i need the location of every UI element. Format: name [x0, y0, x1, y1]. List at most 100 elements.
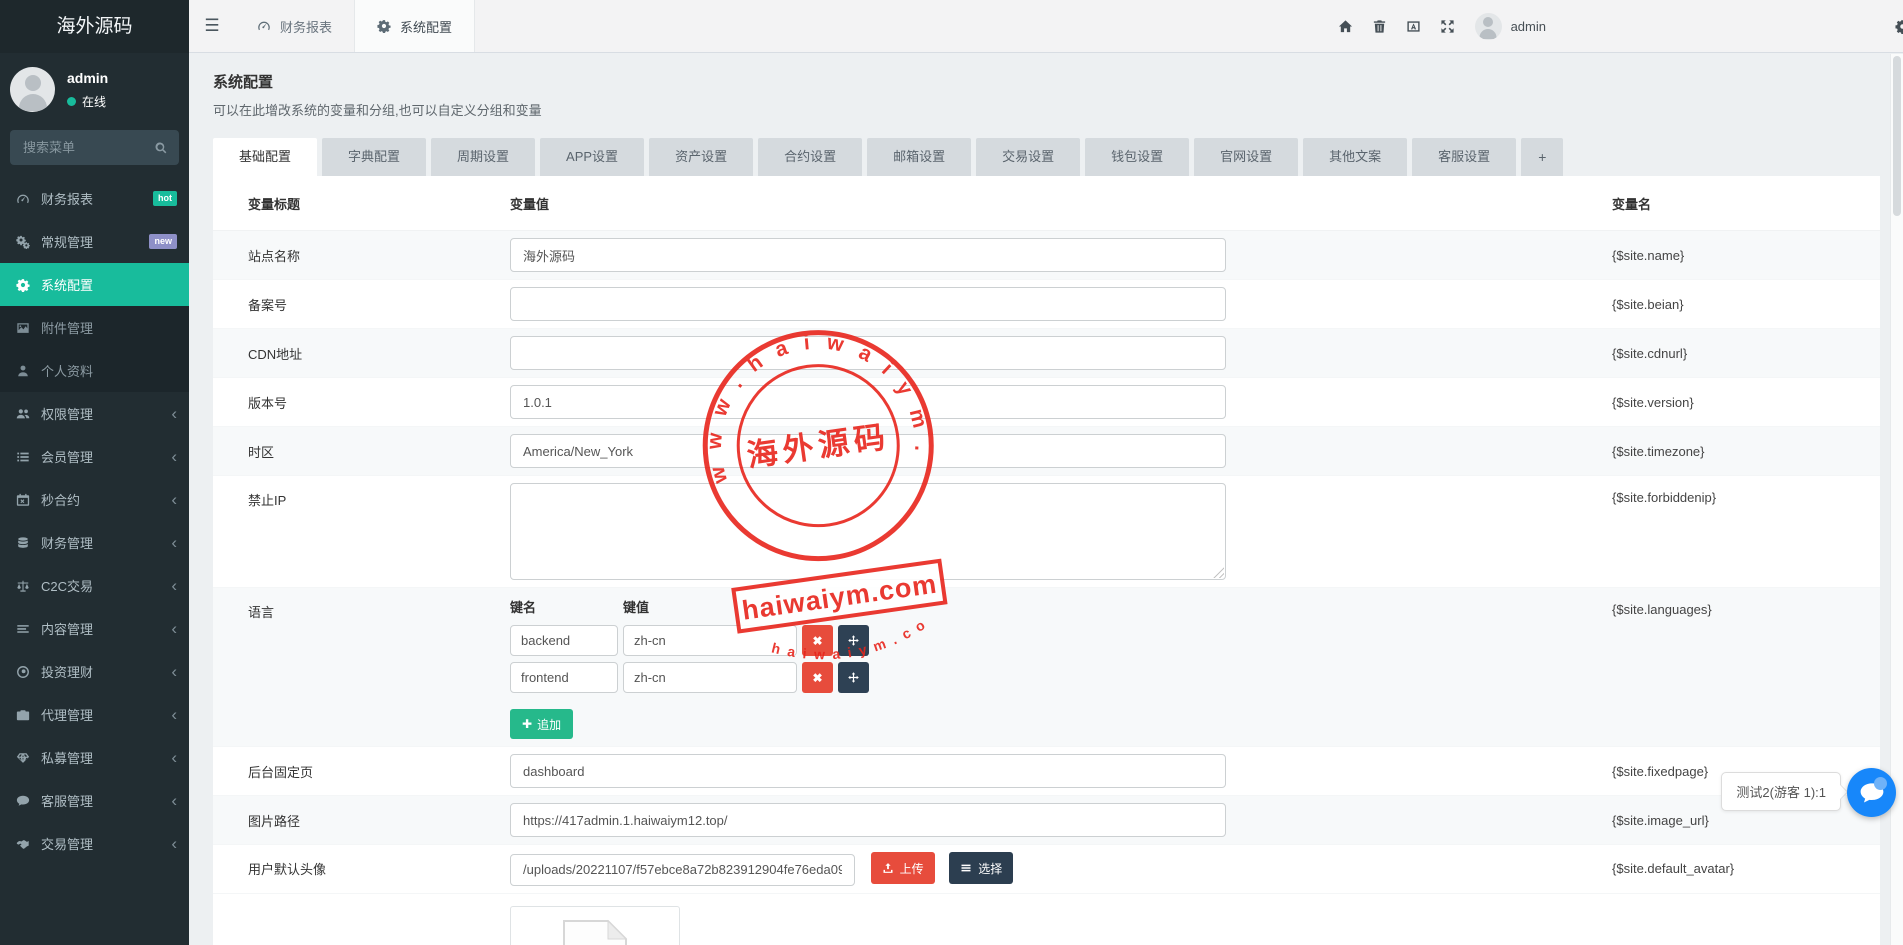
chat-bubble-button[interactable] — [1847, 768, 1896, 817]
topbar-user-menu[interactable]: admin — [1475, 13, 1546, 40]
speedometer-icon — [16, 192, 30, 206]
forbidden-ip-textarea[interactable] — [510, 483, 1226, 580]
topbar-username: admin — [1511, 19, 1546, 34]
sidebar-item-permissions[interactable]: 权限管理 ‹ — [0, 392, 189, 435]
choose-button[interactable]: 选择 — [949, 852, 1013, 884]
chevron-left-icon: ‹ — [171, 577, 177, 594]
sidebar-item-profile[interactable]: 个人资料 — [0, 349, 189, 392]
sidebar-item-customer-service[interactable]: 客服管理 ‹ — [0, 779, 189, 822]
cdn-url-input[interactable] — [510, 336, 1226, 370]
tab-contract-settings[interactable]: 合约设置 — [758, 138, 862, 176]
sidebar-item-trading[interactable]: 交易管理 ‹ — [0, 822, 189, 865]
chat-tooltip: 测试2(游客 1):1 — [1721, 772, 1841, 811]
sidebar-item-finance-report[interactable]: 财务报表 hot — [0, 177, 189, 220]
chat-accent-dot — [1874, 777, 1887, 790]
chevron-left-icon: ‹ — [171, 749, 177, 766]
avatar-preview[interactable] — [510, 906, 680, 945]
kv-row: ✖ — [510, 625, 1612, 656]
sidebar-item-label: 代理管理 — [41, 705, 160, 724]
close-icon: ✖ — [812, 671, 822, 685]
tab-basic-config[interactable]: 基础配置 — [213, 138, 317, 176]
sidebar-item-members[interactable]: 会员管理 ‹ — [0, 435, 189, 478]
user-icon — [16, 364, 30, 378]
scale-icon — [16, 579, 30, 593]
sidebar-item-c2c[interactable]: C2C交易 ‹ — [0, 564, 189, 607]
sidebar-item-content[interactable]: 内容管理 ‹ — [0, 607, 189, 650]
language-value-input[interactable] — [623, 625, 797, 656]
tab-trade-settings[interactable]: 交易设置 — [976, 138, 1080, 176]
chevron-left-icon: ‹ — [171, 405, 177, 422]
sidebar-item-second-contract[interactable]: 秒合约 ‹ — [0, 478, 189, 521]
beian-input[interactable] — [510, 287, 1226, 321]
translate-icon[interactable] — [1397, 19, 1431, 34]
drag-row-button[interactable] — [838, 625, 869, 656]
sidebar-item-label: 常规管理 — [41, 232, 138, 251]
gear-icon[interactable] — [1895, 0, 1903, 53]
tab-email-settings[interactable]: 邮箱设置 — [867, 138, 971, 176]
table-row: 备案号 {$site.beian} — [213, 280, 1880, 329]
site-name-input[interactable] — [510, 238, 1226, 272]
delete-row-button[interactable]: ✖ — [802, 625, 833, 656]
home-icon[interactable] — [1329, 19, 1363, 34]
image-url-input[interactable] — [510, 803, 1226, 837]
sidebar-item-agents[interactable]: 代理管理 ‹ — [0, 693, 189, 736]
field-label: 站点名称 — [248, 246, 510, 265]
speedometer-icon — [257, 19, 271, 33]
sidebar-item-private-fund[interactable]: 私募管理 ‹ — [0, 736, 189, 779]
tab-dictionary-config[interactable]: 字典配置 — [322, 138, 426, 176]
topbar-tab-finance-report[interactable]: 财务报表 — [235, 0, 354, 52]
sidebar-item-finance[interactable]: 财务管理 ‹ — [0, 521, 189, 564]
topbar-right: admin — [1329, 0, 1548, 52]
search-icon[interactable] — [154, 141, 168, 155]
tab-cycle-settings[interactable]: 周期设置 — [431, 138, 535, 176]
timezone-input[interactable] — [510, 434, 1226, 468]
delete-row-button[interactable]: ✖ — [802, 662, 833, 693]
page-subtitle: 可以在此增改系统的变量和分组,也可以自定义分组和变量 — [213, 100, 1880, 119]
search-input[interactable] — [21, 139, 154, 156]
topbar-tab-label: 财务报表 — [280, 17, 332, 36]
scrollbar-thumb[interactable] — [1893, 56, 1901, 216]
topbar-tab-system-config[interactable]: 系统配置 — [354, 0, 475, 52]
tab-asset-settings[interactable]: 资产设置 — [649, 138, 753, 176]
language-value-input[interactable] — [623, 662, 797, 693]
handshake-icon — [16, 837, 30, 851]
menu-search — [10, 130, 179, 165]
sidebar-username: admin — [67, 70, 108, 86]
tab-other-texts[interactable]: 其他文案 — [1303, 138, 1407, 176]
drag-row-button[interactable] — [838, 662, 869, 693]
tab-wallet-settings[interactable]: 钱包设置 — [1085, 138, 1189, 176]
hamburger-icon[interactable]: ☰ — [189, 0, 235, 52]
trash-icon[interactable] — [1363, 19, 1397, 34]
table-row — [213, 894, 1880, 945]
kv-key-header: 键名 — [510, 597, 623, 616]
fullscreen-icon[interactable] — [1431, 19, 1465, 34]
kv-header: 键名 键值 — [510, 597, 1612, 616]
upload-button[interactable]: 上传 — [871, 852, 935, 884]
version-input[interactable] — [510, 385, 1226, 419]
language-key-input[interactable] — [510, 625, 618, 656]
column-header-name: 变量名 — [1612, 194, 1880, 213]
tab-website-settings[interactable]: 官网设置 — [1194, 138, 1298, 176]
language-key-input[interactable] — [510, 662, 618, 693]
sidebar-item-system-config[interactable]: 系统配置 — [0, 263, 189, 306]
online-status-label: 在线 — [82, 93, 106, 110]
append-button[interactable]: ✚ 追加 — [510, 709, 573, 739]
sidebar-item-label: 权限管理 — [41, 404, 160, 423]
add-tab-button[interactable]: + — [1521, 138, 1563, 176]
move-icon — [847, 671, 860, 684]
append-label: 追加 — [537, 716, 561, 733]
sidebar-item-attachments[interactable]: 附件管理 — [0, 306, 189, 349]
default-avatar-input[interactable] — [510, 854, 855, 886]
tab-service-settings[interactable]: 客服设置 — [1412, 138, 1516, 176]
sidebar-item-general[interactable]: 常规管理 new — [0, 220, 189, 263]
tab-app-settings[interactable]: APP设置 — [540, 138, 644, 176]
vertical-scrollbar[interactable] — [1890, 54, 1903, 945]
table-row: 站点名称 {$site.name} — [213, 231, 1880, 280]
fixed-page-input[interactable] — [510, 754, 1226, 788]
field-label: 用户默认头像 — [248, 859, 510, 878]
sidebar-item-invest[interactable]: 投资理财 ‹ — [0, 650, 189, 693]
table-row: 时区 {$site.timezone} — [213, 427, 1880, 476]
gears-icon — [16, 235, 30, 249]
app-logo[interactable]: 海外源码 — [0, 0, 189, 53]
main-content: 系统配置 可以在此增改系统的变量和分组,也可以自定义分组和变量 基础配置 字典配… — [189, 54, 1903, 945]
